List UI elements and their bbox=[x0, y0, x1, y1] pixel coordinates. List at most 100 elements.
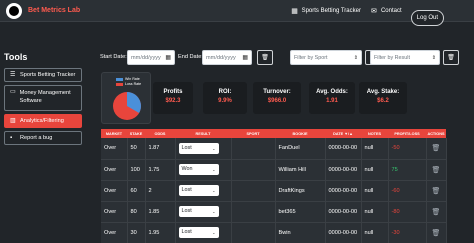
col-header-odds[interactable]: Odds bbox=[145, 129, 175, 138]
list-icon: ☰ bbox=[10, 72, 16, 78]
sidebar-item-money-management[interactable]: ▭ Money Management Software bbox=[4, 85, 82, 111]
start-date-placeholder: mm/dd/yyyy bbox=[131, 55, 161, 61]
money-icon: ▭ bbox=[10, 89, 16, 95]
result-select[interactable]: Lost ⌄ bbox=[178, 206, 219, 217]
cell-bookie: FanDuel bbox=[275, 138, 326, 159]
table-row: Over 50 1.87 Lost ⌄ FanDuel 0000-00-00 null -50 🗑 bbox=[101, 138, 447, 159]
logout-button[interactable]: Log Out bbox=[410, 10, 444, 26]
sidebar-item-label: Money Management Software bbox=[19, 90, 71, 104]
cell-bookie: DraftKings bbox=[275, 180, 326, 201]
sidebar-item-report-bug[interactable]: ▪ Report a bug bbox=[4, 131, 82, 145]
clear-result-button[interactable]: 🗑 bbox=[443, 50, 459, 65]
pie-svg bbox=[113, 92, 141, 120]
chevron-down-icon: ⌄ bbox=[212, 167, 216, 172]
result-select[interactable]: Lost ⌄ bbox=[178, 185, 219, 196]
cell-date: 0000-00-00 bbox=[325, 201, 362, 222]
chat-icon: ▪ bbox=[10, 135, 13, 141]
cell-sport bbox=[231, 159, 276, 180]
cell-notes: null bbox=[361, 159, 389, 180]
cell-profit-loss: 75 bbox=[388, 159, 427, 180]
delete-trash-icon[interactable]: 🗑 bbox=[432, 209, 441, 216]
end-date-input[interactable]: mm/dd/yyyy ▦ bbox=[202, 50, 252, 65]
stats-row: Win Rate Loss Rate Profits $92.3 ROI: 9.… bbox=[101, 72, 471, 124]
nav-right: ▦ Sports Betting Tracker ✉ Contact Log O… bbox=[291, 0, 474, 26]
delete-trash-icon[interactable]: 🗑 bbox=[432, 230, 441, 237]
col-header-bookie[interactable]: Bookie bbox=[275, 129, 325, 138]
end-date-label: End Date: bbox=[178, 54, 203, 60]
delete-trash-icon[interactable]: 🗑 bbox=[432, 145, 441, 152]
sidebar-item-label: Analytics/Filtering bbox=[20, 118, 64, 124]
bets-table: Market Stake Odds Result Sport Bookie Da… bbox=[101, 129, 447, 243]
cell-stake: 60 bbox=[127, 180, 146, 201]
cell-date: 0000-00-00 bbox=[325, 138, 362, 159]
nav-link-tracker[interactable]: ▦ Sports Betting Tracker bbox=[291, 8, 361, 15]
cell-stake: 100 bbox=[127, 159, 146, 180]
table-header-row: Market Stake Odds Result Sport Bookie Da… bbox=[101, 129, 446, 138]
cell-date: 0000-00-00 bbox=[325, 222, 362, 243]
cell-market: Over bbox=[101, 159, 128, 180]
filter-bar: Start Date: mm/dd/yyyy ▦ End Date: mm/dd… bbox=[100, 50, 470, 68]
cell-market: Over bbox=[101, 201, 128, 222]
col-header-notes[interactable]: Notes bbox=[361, 129, 388, 138]
result-select-value: Lost bbox=[181, 144, 192, 151]
result-select-value: Lost bbox=[181, 187, 192, 193]
end-date-placeholder: mm/dd/yyyy bbox=[206, 55, 236, 61]
nav-link-contact[interactable]: ✉ Contact bbox=[370, 8, 402, 15]
chevron-down-icon: ⌄ bbox=[212, 230, 216, 235]
col-header-stake[interactable]: Stake bbox=[127, 129, 145, 138]
sidebar-item-analytics[interactable]: ▥ Analytics/Filtering bbox=[4, 114, 82, 128]
cell-market: Over bbox=[101, 138, 128, 159]
stat-card-avg-odds: Avg. Odds: 1.91 bbox=[309, 82, 355, 114]
win-loss-pie-chart: Win Rate Loss Rate bbox=[101, 72, 151, 124]
stat-value: $92.3 bbox=[165, 98, 181, 104]
delete-trash-icon[interactable]: 🗑 bbox=[432, 167, 441, 174]
cell-market: Over bbox=[101, 180, 128, 201]
cell-actions: 🗑 bbox=[426, 201, 447, 222]
cell-profit-loss: -80 bbox=[388, 201, 427, 222]
cell-date: 0000-00-00 bbox=[325, 180, 362, 201]
result-select-value: Won bbox=[181, 166, 193, 172]
start-date-input[interactable]: mm/dd/yyyy ▦ bbox=[127, 50, 175, 65]
cell-odds: 2 bbox=[145, 180, 176, 201]
cell-notes: null bbox=[361, 201, 389, 222]
result-select-value: Lost bbox=[181, 229, 192, 235]
cell-result: Lost ⌄ bbox=[175, 138, 232, 159]
trash-icon: 🗑 bbox=[447, 55, 455, 61]
result-select[interactable]: Lost ⌄ bbox=[178, 142, 219, 154]
calendar-icon[interactable]: ▦ bbox=[165, 54, 171, 61]
stat-card-profits: Profits $92.3 bbox=[153, 82, 193, 114]
stat-value: 9.9% bbox=[218, 98, 232, 104]
chevron-down-icon: ⇕ bbox=[431, 55, 436, 61]
cell-sport bbox=[231, 201, 276, 222]
result-select[interactable]: Lost ⌄ bbox=[178, 227, 219, 238]
calendar-icon[interactable]: ▦ bbox=[242, 54, 248, 61]
delete-trash-icon[interactable]: 🗑 bbox=[432, 188, 441, 195]
clear-date-button[interactable]: 🗑 bbox=[257, 50, 273, 65]
col-header-result[interactable]: Result bbox=[175, 129, 231, 138]
stat-value: $966.0 bbox=[267, 98, 287, 104]
sidebar-item-tracker[interactable]: ☰ Sports Betting Tracker bbox=[4, 68, 82, 82]
cell-notes: null bbox=[361, 138, 389, 159]
col-header-market[interactable]: Market bbox=[101, 129, 127, 138]
cell-actions: 🗑 bbox=[426, 138, 447, 159]
stat-label: Turnover: bbox=[263, 89, 291, 95]
cell-odds: 1.85 bbox=[145, 201, 176, 222]
nav-link-tracker-label: Sports Betting Tracker bbox=[301, 8, 361, 14]
sidebar-item-label: Sports Betting Tracker bbox=[20, 72, 76, 78]
brand[interactable]: Bet Metrics Lab bbox=[6, 2, 80, 19]
result-filter-select[interactable]: Filter by Result ⇕ bbox=[370, 50, 440, 65]
cell-notes: null bbox=[361, 180, 389, 201]
cell-stake: 30 bbox=[127, 222, 146, 243]
cell-bookie: Bwin bbox=[275, 222, 326, 243]
sidebar: Tools ☰ Sports Betting Tracker ▭ Money M… bbox=[0, 52, 82, 148]
col-header-date[interactable]: Date ▼/▲ bbox=[325, 129, 361, 138]
cell-result: Lost ⌄ bbox=[175, 201, 232, 222]
cell-sport bbox=[231, 222, 276, 243]
chart-icon: ▥ bbox=[10, 118, 16, 124]
col-header-sport[interactable]: Sport bbox=[231, 129, 275, 138]
cell-actions: 🗑 bbox=[426, 180, 447, 201]
stat-label: Profits bbox=[163, 89, 183, 95]
sport-filter-select[interactable]: Filter by Sport ⇕ bbox=[290, 50, 362, 65]
col-header-profit-loss[interactable]: Profit/Loss bbox=[388, 129, 426, 138]
result-select[interactable]: Won ⌄ bbox=[178, 164, 219, 175]
